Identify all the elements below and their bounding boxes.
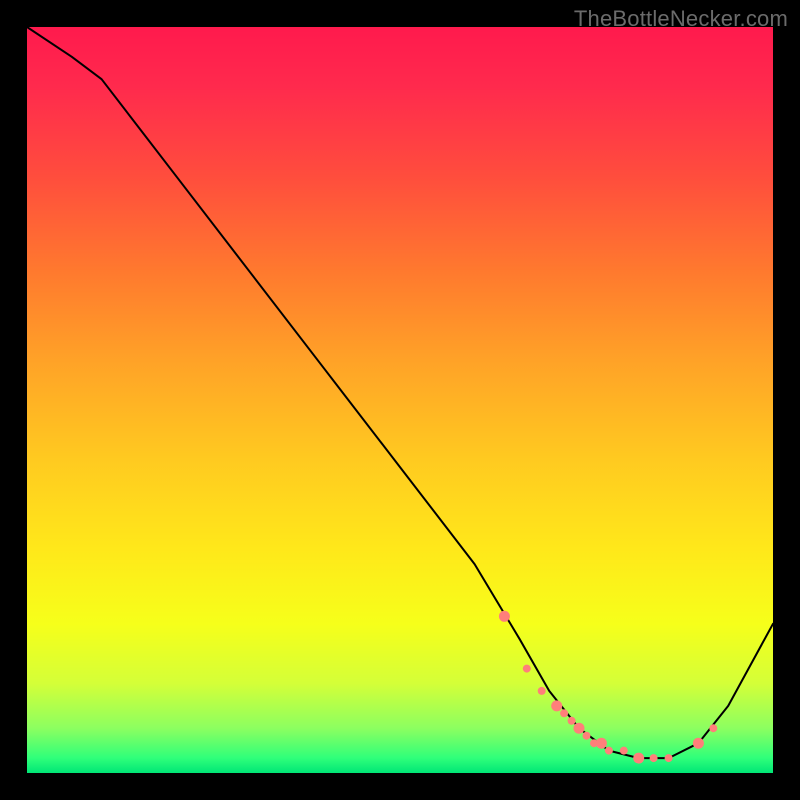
- marker-dot: [538, 687, 546, 695]
- marker-dot: [574, 723, 585, 734]
- marker-dot: [605, 747, 613, 755]
- bottleneck-curve: [27, 27, 773, 758]
- marker-dot: [551, 700, 562, 711]
- plot-area: [27, 27, 773, 773]
- marker-group: [499, 611, 717, 764]
- marker-dot: [523, 665, 531, 673]
- marker-dot: [693, 738, 704, 749]
- marker-dot: [620, 747, 628, 755]
- marker-dot: [499, 611, 510, 622]
- chart-frame: TheBottleNecker.com: [0, 0, 800, 800]
- marker-dot: [665, 754, 673, 762]
- marker-dot: [560, 709, 568, 717]
- marker-dot: [633, 753, 644, 764]
- chart-svg: [27, 27, 773, 773]
- marker-dot: [583, 732, 591, 740]
- watermark-label: TheBottleNecker.com: [574, 6, 788, 32]
- marker-dot: [596, 738, 607, 749]
- marker-dot: [568, 717, 576, 725]
- marker-dot: [709, 724, 717, 732]
- marker-dot: [650, 754, 658, 762]
